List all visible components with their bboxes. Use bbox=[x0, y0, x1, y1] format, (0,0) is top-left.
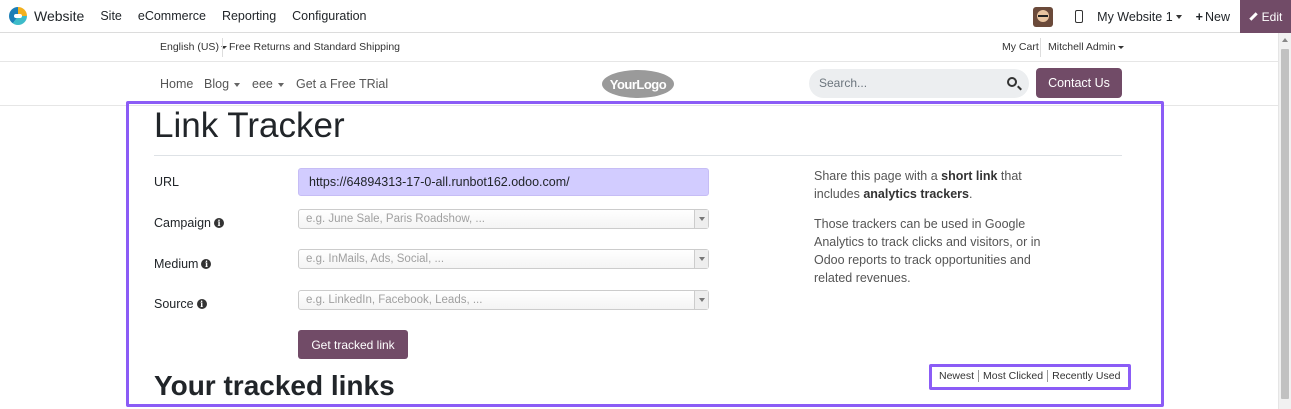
search-box bbox=[809, 69, 1029, 98]
info-icon[interactable]: i bbox=[213, 218, 224, 228]
source-select[interactable]: e.g. LinkedIn, Facebook, Leads, ... bbox=[298, 290, 709, 310]
source-label-text: Source bbox=[154, 297, 194, 311]
campaign-label: Campaign i bbox=[154, 216, 224, 230]
menu-configuration[interactable]: Configuration bbox=[292, 9, 366, 23]
scroll-up-icon[interactable] bbox=[1282, 38, 1288, 42]
side-text-part: . bbox=[968, 187, 973, 201]
brand-name: Website bbox=[34, 8, 85, 24]
chevron-down-icon[interactable] bbox=[694, 291, 708, 309]
new-button-label: New bbox=[1204, 9, 1230, 24]
nav-eee[interactable]: eee bbox=[252, 77, 284, 91]
website-selector[interactable]: My Website 1 bbox=[1097, 10, 1182, 24]
url-label: URL bbox=[154, 175, 179, 189]
side-text-bold: short link bbox=[941, 169, 998, 183]
chevron-down-icon bbox=[277, 82, 284, 87]
campaign-select[interactable]: e.g. June Sale, Paris Roadshow, ... bbox=[298, 209, 709, 229]
info-icon[interactable]: i bbox=[201, 259, 212, 269]
chevron-down-icon bbox=[234, 82, 241, 87]
divider bbox=[222, 38, 223, 57]
source-placeholder: e.g. LinkedIn, Facebook, Leads, ... bbox=[306, 294, 483, 306]
chevron-down-icon[interactable] bbox=[694, 250, 708, 268]
medium-label-text: Medium bbox=[154, 257, 199, 271]
divider bbox=[1047, 370, 1049, 382]
admin-bar: Website Site eCommerce Reporting Configu… bbox=[0, 0, 1291, 33]
medium-label: Medium i bbox=[154, 257, 212, 271]
search-icon[interactable] bbox=[1007, 77, 1017, 87]
mobile-preview-icon[interactable] bbox=[1075, 10, 1084, 23]
nav-free-trial[interactable]: Get a Free TRial bbox=[296, 77, 388, 91]
link-filters: Newest Most Clicked Recently Used bbox=[939, 370, 1120, 382]
contact-us-button[interactable]: Contact Us bbox=[1036, 68, 1122, 98]
page: Website Site eCommerce Reporting Configu… bbox=[0, 0, 1291, 409]
new-button[interactable]: + New bbox=[1196, 10, 1230, 24]
nav-blog-label: Blog bbox=[204, 77, 230, 91]
divider bbox=[1040, 38, 1041, 57]
admin-bar-right: My Website 1 + New Edit bbox=[1033, 0, 1291, 33]
scrollbar[interactable] bbox=[1278, 33, 1291, 409]
campaign-label-text: Campaign bbox=[154, 216, 211, 230]
top-info-bar: English (US) Free Returns and Standard S… bbox=[0, 33, 1278, 62]
account-menu[interactable]: Mitchell Admin bbox=[1048, 41, 1124, 53]
menu-site[interactable]: Site bbox=[100, 9, 122, 23]
chevron-down-icon[interactable] bbox=[694, 210, 708, 228]
menu-ecommerce[interactable]: eCommerce bbox=[138, 9, 206, 23]
edit-button-label: Edit bbox=[1261, 9, 1283, 24]
account-label: Mitchell Admin bbox=[1048, 41, 1116, 53]
side-description: Share this page with a short link that i… bbox=[814, 167, 1044, 203]
side-trackers-info: Those trackers can be used in Google Ana… bbox=[814, 217, 1041, 285]
divider bbox=[978, 370, 980, 382]
odoo-website-icon bbox=[9, 7, 27, 25]
nav-blog[interactable]: Blog bbox=[204, 77, 241, 91]
side-text-part: Share this page with a bbox=[814, 169, 942, 183]
my-cart-link[interactable]: My Cart bbox=[1002, 41, 1039, 53]
filter-recently-used[interactable]: Recently Used bbox=[1052, 370, 1120, 382]
source-label: Source i bbox=[154, 297, 207, 311]
medium-select[interactable]: e.g. InMails, Ads, Social, ... bbox=[298, 249, 709, 269]
url-label-text: URL bbox=[154, 175, 180, 189]
side-text-bold: analytics trackers bbox=[863, 187, 969, 201]
main-navbar: Home Blog eee Get a Free TRial YourLogo … bbox=[0, 62, 1278, 106]
brand[interactable]: Website bbox=[0, 7, 84, 25]
plus-icon: + bbox=[1195, 9, 1203, 24]
language-selector[interactable]: English (US) bbox=[160, 41, 227, 53]
campaign-placeholder: e.g. June Sale, Paris Roadshow, ... bbox=[306, 213, 485, 225]
website-selector-label: My Website 1 bbox=[1097, 9, 1173, 24]
shipping-text: Free Returns and Standard Shipping bbox=[229, 41, 401, 53]
tracked-links-title: Your tracked links bbox=[154, 370, 395, 401]
info-icon[interactable]: i bbox=[196, 299, 207, 309]
divider bbox=[154, 155, 1122, 156]
pencil-icon bbox=[1248, 12, 1258, 21]
filter-most-clicked[interactable]: Most Clicked bbox=[983, 370, 1043, 382]
url-input[interactable] bbox=[298, 168, 709, 196]
avatar-icon[interactable] bbox=[1033, 6, 1054, 27]
language-label: English (US) bbox=[160, 41, 219, 53]
page-title: Link Tracker bbox=[154, 106, 345, 145]
medium-placeholder: e.g. InMails, Ads, Social, ... bbox=[306, 253, 445, 265]
search-input[interactable] bbox=[819, 76, 999, 90]
edit-button[interactable]: Edit bbox=[1240, 0, 1291, 33]
site-logo[interactable]: YourLogo bbox=[602, 70, 674, 98]
filter-newest[interactable]: Newest bbox=[939, 370, 974, 382]
nav-home[interactable]: Home bbox=[160, 77, 193, 91]
menu-reporting[interactable]: Reporting bbox=[222, 9, 276, 23]
chevron-down-icon bbox=[1175, 15, 1182, 20]
scroll-thumb[interactable] bbox=[1281, 49, 1289, 399]
get-tracked-link-button[interactable]: Get tracked link bbox=[298, 330, 408, 359]
chevron-down-icon bbox=[1117, 45, 1124, 49]
nav-eee-label: eee bbox=[252, 77, 273, 91]
